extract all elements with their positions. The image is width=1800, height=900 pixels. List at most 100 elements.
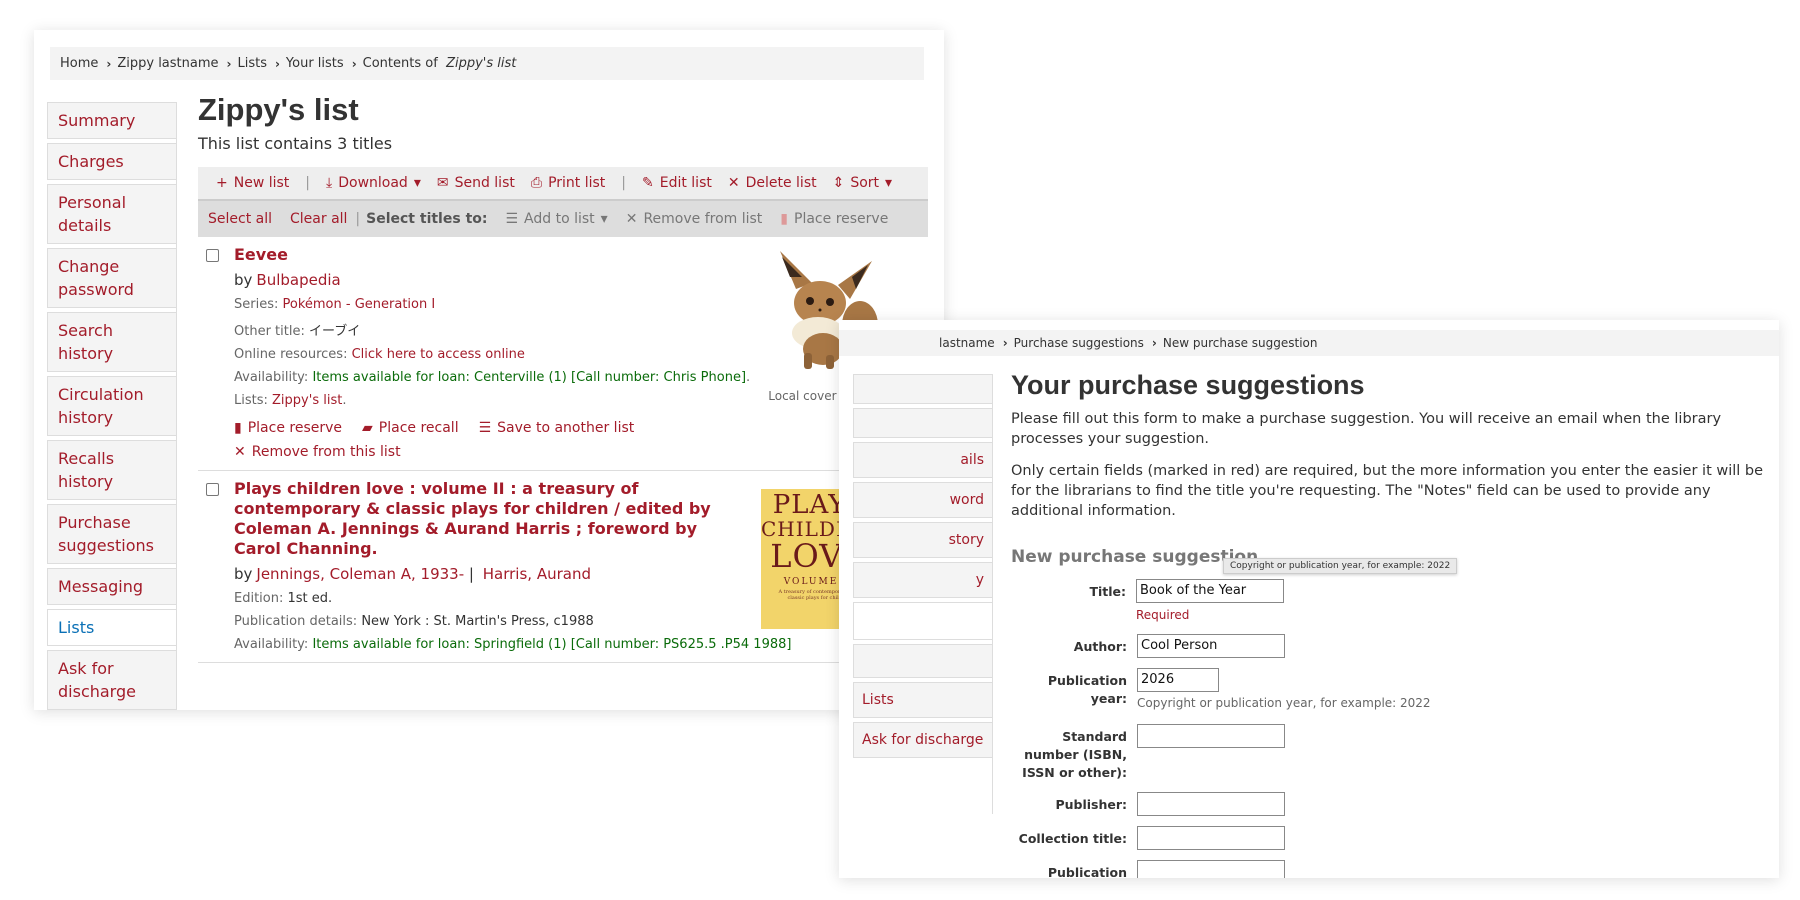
divider: | — [355, 211, 361, 227]
series-link[interactable]: Pokémon - Generation I — [283, 297, 436, 312]
publication-label: Publication details: — [234, 614, 358, 629]
printer-icon: ⎙ — [530, 175, 543, 191]
collection-field[interactable] — [1137, 826, 1285, 850]
select-titles-label: Select titles to: — [366, 211, 488, 227]
record-checkbox[interactable] — [206, 483, 219, 496]
close-icon: ✕ — [625, 211, 638, 227]
sidebar-item-history[interactable]: y — [853, 562, 992, 598]
breadcrumb-lists[interactable]: Lists — [237, 56, 267, 71]
place-reserve-action[interactable]: ▮ Place reserve — [234, 420, 342, 436]
breadcrumb-home[interactable]: Home — [60, 56, 98, 71]
online-link[interactable]: Click here to access online — [352, 347, 525, 362]
breadcrumb: lastname › Purchase suggestions › New pu… — [839, 330, 1779, 356]
remove-from-list-button[interactable]: ✕ Remove from list — [626, 211, 763, 227]
record-author-link[interactable]: Jennings, Coleman A, 1933- — [256, 565, 464, 583]
download-dropdown[interactable]: ⤓ Download ▾ — [326, 175, 421, 191]
record-author-link[interactable]: Bulbapedia — [256, 271, 340, 289]
save-to-list-action[interactable]: ☰ Save to another list — [479, 420, 635, 436]
selection-bar: Select all Clear all | Select titles to:… — [198, 199, 928, 237]
list-item: Eevee by Bulbapedia Series: Pokémon - Gen… — [198, 237, 928, 471]
list-item: Plays children love : volume II : a trea… — [198, 471, 928, 663]
isbn-label: Standard number (ISBN, ISSN or other): — [1022, 729, 1127, 780]
isbn-field[interactable] — [1137, 724, 1285, 748]
publication-value: New York : St. Martin's Press, c1988 — [361, 614, 594, 629]
availability-location[interactable]: Centerville (1) [Call number: Chris Phon… — [474, 370, 746, 385]
breadcrumb-purchase-suggestions[interactable]: Purchase suggestions — [1014, 336, 1144, 350]
sort-dropdown[interactable]: ⇕ Sort ▾ — [833, 175, 892, 191]
send-list-button[interactable]: ✉ Send list — [437, 175, 515, 191]
delete-list-button[interactable]: ✕ Delete list — [728, 175, 817, 191]
sidebar-item-ask-for-discharge[interactable]: Ask for discharge — [853, 722, 992, 758]
print-list-button[interactable]: ⎙ Print list — [531, 175, 605, 191]
edition-value: 1st ed. — [287, 591, 333, 606]
send-list-label: Send list — [454, 175, 515, 191]
sidebar-item-summary[interactable]: Summary — [47, 102, 176, 139]
sidebar-item[interactable] — [853, 374, 992, 404]
record-title[interactable]: Plays children love : volume II : a trea… — [234, 479, 734, 559]
sidebar-item-lists[interactable]: Lists — [853, 682, 992, 718]
sidebar-item-circulation-history[interactable]: Circulation history — [47, 376, 176, 436]
sidebar-item-lists[interactable]: Lists — [47, 609, 176, 646]
sidebar-item-personal-details[interactable]: Personal details — [47, 184, 176, 244]
remove-from-this-list-label: Remove from this list — [251, 444, 401, 460]
sidebar-item[interactable] — [853, 644, 992, 678]
select-all-link[interactable]: Select all — [208, 211, 272, 227]
sidebar-item-search-history[interactable]: story — [853, 522, 992, 558]
by-label: by — [234, 271, 253, 289]
breadcrumb-user[interactable]: Zippy lastname — [117, 56, 218, 71]
title-field[interactable]: Book of the Year — [1136, 579, 1284, 603]
author-field[interactable]: Cool Person — [1137, 634, 1285, 658]
publisher-field[interactable] — [1137, 792, 1285, 816]
lists-link[interactable]: Zippy's list — [272, 393, 342, 408]
pubyear-label: Publication year: — [1047, 673, 1127, 706]
edit-list-label: Edit list — [659, 175, 712, 191]
sidebar-item-change-password[interactable]: Change password — [47, 248, 176, 308]
lists-end: . — [342, 393, 347, 408]
availability-location[interactable]: Springfield (1) [Call number: PS625.5 .P… — [474, 637, 791, 652]
sidebar-item[interactable] — [853, 408, 992, 438]
user-sidebar: ails word story y Lists Ask for discharg… — [853, 374, 993, 814]
pubyear-row: Publication year: 2026 Copyright or publ… — [1011, 668, 1771, 710]
author-separator: | — [468, 565, 474, 583]
pubyear-field[interactable]: 2026 — [1137, 668, 1219, 692]
place-reserve-label: Place reserve — [794, 211, 889, 227]
availability-label: Availability: — [234, 370, 309, 385]
sidebar-item-charges[interactable]: Charges — [47, 143, 176, 180]
edit-list-button[interactable]: ✎ Edit list — [642, 175, 712, 191]
sidebar-item-recalls-history[interactable]: Recalls history — [47, 440, 176, 500]
collection-label: Collection title: — [1018, 831, 1127, 846]
add-to-list-dropdown[interactable]: ☰ Add to list ▾ — [505, 211, 607, 227]
clear-all-link[interactable]: Clear all — [290, 211, 347, 227]
new-list-button[interactable]: + New list — [216, 175, 289, 191]
by-label: by — [234, 565, 253, 583]
breadcrumb-your-lists[interactable]: Your lists — [286, 56, 344, 71]
online-label: Online resources: — [234, 347, 348, 362]
page-title: Your purchase suggestions — [1011, 370, 1365, 400]
download-icon: ⤓ — [326, 175, 333, 191]
record-author2-link[interactable]: Harris, Aurand — [483, 565, 591, 583]
breadcrumb-user[interactable]: lastname — [939, 336, 995, 350]
breadcrumb: Home › Zippy lastname › Lists › Your lis… — [50, 47, 924, 80]
sidebar-item-ask-for-discharge[interactable]: Ask for discharge — [47, 650, 176, 710]
sidebar-item-personal-details[interactable]: ails — [853, 442, 992, 478]
divider: | — [621, 175, 626, 191]
save-to-list-action-label: Save to another list — [497, 420, 635, 436]
place-reserve-button[interactable]: ▮ Place reserve — [780, 211, 888, 227]
chevron-right-icon: › — [226, 56, 232, 71]
title-label: Title: — [1089, 584, 1126, 599]
sidebar-item-purchase-suggestions[interactable]: Purchase suggestions — [47, 504, 176, 564]
remove-from-this-list-action[interactable]: ✕ Remove from this list — [234, 444, 401, 460]
sidebar-item[interactable] — [853, 602, 992, 640]
record-title[interactable]: Eevee — [234, 245, 734, 265]
list-icon: ☰ — [478, 420, 492, 436]
collection-row: Collection title: — [1011, 826, 1771, 850]
place-field[interactable] — [1137, 860, 1285, 878]
place-recall-action[interactable]: ▰ Place recall — [362, 420, 459, 436]
delete-list-label: Delete list — [745, 175, 817, 191]
sidebar-item-messaging[interactable]: Messaging — [47, 568, 176, 605]
place-label: Publication place: — [1047, 865, 1127, 878]
edition-label: Edition: — [234, 591, 284, 606]
record-checkbox[interactable] — [206, 249, 219, 262]
sidebar-item-change-password[interactable]: word — [853, 482, 992, 518]
sidebar-item-search-history[interactable]: Search history — [47, 312, 176, 372]
